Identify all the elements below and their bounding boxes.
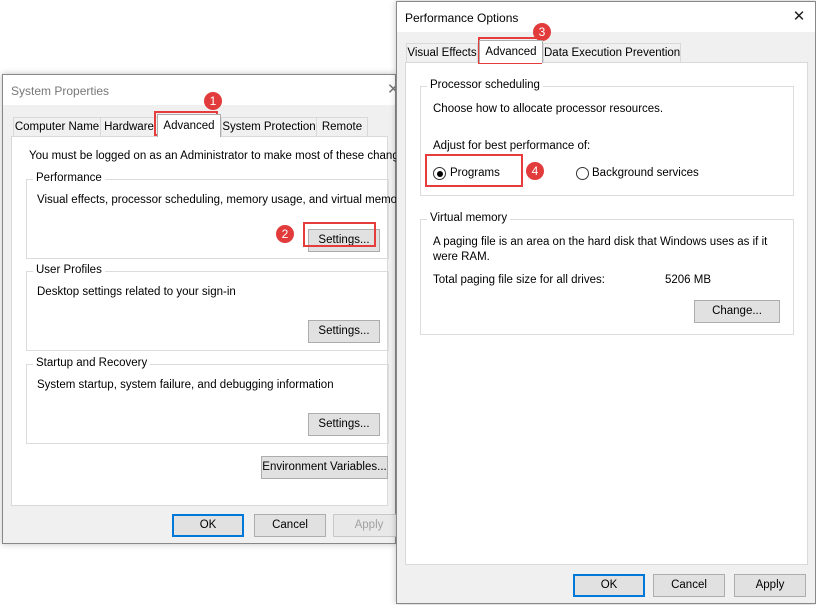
total-paging-value: 5206 MB [665, 274, 712, 286]
tab-remote[interactable]: Remote [316, 117, 368, 136]
performance-options-window: Performance Options ✕ Visual Effects Adv… [396, 1, 816, 604]
tab-system-protection[interactable]: System Protection [221, 117, 317, 136]
close-icon[interactable]: ✕ [387, 80, 395, 100]
step-badge-4: 4 [526, 162, 544, 180]
background-services-radio[interactable] [576, 167, 589, 180]
ok-button[interactable]: OK [573, 574, 645, 597]
performance-advanced-panel: Processor scheduling Choose how to alloc… [405, 62, 808, 565]
background-services-label[interactable]: Background services [592, 167, 699, 179]
highlight-performance-settings [303, 222, 376, 247]
adjust-performance-label: Adjust for best performance of: [433, 140, 591, 152]
virtual-memory-label: Virtual memory [427, 212, 511, 224]
user-profiles-group: User Profiles Desktop settings related t… [26, 264, 389, 351]
advanced-panel: You must be logged on as an Administrato… [11, 136, 414, 506]
tab-hardware[interactable]: Hardware [100, 117, 158, 136]
apply-button[interactable]: Apply [734, 574, 806, 597]
startup-recovery-group: Startup and Recovery System startup, sys… [26, 357, 389, 444]
tab-data-execution-prevention[interactable]: Data Execution Prevention [543, 43, 681, 62]
performance-group: Performance Visual effects, processor sc… [26, 172, 407, 259]
user-profiles-desc: Desktop settings related to your sign-in [37, 286, 236, 298]
system-properties-window: System Properties ✕ Computer Name Hardwa… [2, 74, 414, 544]
performance-options-title: Performance Options [405, 11, 519, 25]
tab-advanced[interactable]: Advanced [479, 40, 543, 63]
system-properties-titlebar: System Properties ✕ [3, 75, 395, 105]
tab-advanced[interactable]: Advanced [157, 114, 221, 137]
total-paging-label: Total paging file size for all drives: [433, 274, 605, 286]
processor-scheduling-desc: Choose how to allocate processor resourc… [433, 103, 664, 115]
highlight-programs-radio [425, 154, 523, 187]
startup-recovery-settings-button[interactable]: Settings... [308, 413, 380, 436]
close-icon[interactable]: ✕ [789, 7, 809, 27]
step-badge-1: 1 [204, 92, 222, 110]
change-button[interactable]: Change... [694, 300, 780, 323]
cancel-button[interactable]: Cancel [254, 514, 326, 537]
processor-scheduling-label: Processor scheduling [427, 79, 543, 91]
tab-computer-name[interactable]: Computer Name [13, 117, 101, 136]
system-properties-title: System Properties [11, 84, 110, 98]
user-profiles-settings-button[interactable]: Settings... [308, 320, 380, 343]
step-badge-2: 2 [276, 225, 294, 243]
environment-variables-button[interactable]: Environment Variables... [261, 456, 388, 479]
performance-desc: Visual effects, processor scheduling, me… [37, 194, 407, 206]
virtual-memory-desc-line2: were RAM. [433, 251, 490, 263]
performance-options-titlebar: Performance Options ✕ [397, 2, 815, 32]
startup-recovery-label: Startup and Recovery [33, 357, 151, 369]
tab-visual-effects[interactable]: Visual Effects [406, 43, 478, 62]
apply-button[interactable]: Apply [333, 514, 405, 537]
virtual-memory-desc-line1: A paging file is an area on the hard dis… [433, 236, 768, 248]
user-profiles-label: User Profiles [33, 264, 105, 276]
ok-button[interactable]: OK [172, 514, 244, 537]
startup-recovery-desc: System startup, system failure, and debu… [37, 379, 334, 391]
admin-note: You must be logged on as an Administrato… [29, 150, 415, 162]
performance-label: Performance [33, 172, 105, 184]
step-badge-3: 3 [533, 23, 551, 41]
cancel-button[interactable]: Cancel [653, 574, 725, 597]
virtual-memory-group: Virtual memory A paging file is an area … [420, 212, 794, 335]
